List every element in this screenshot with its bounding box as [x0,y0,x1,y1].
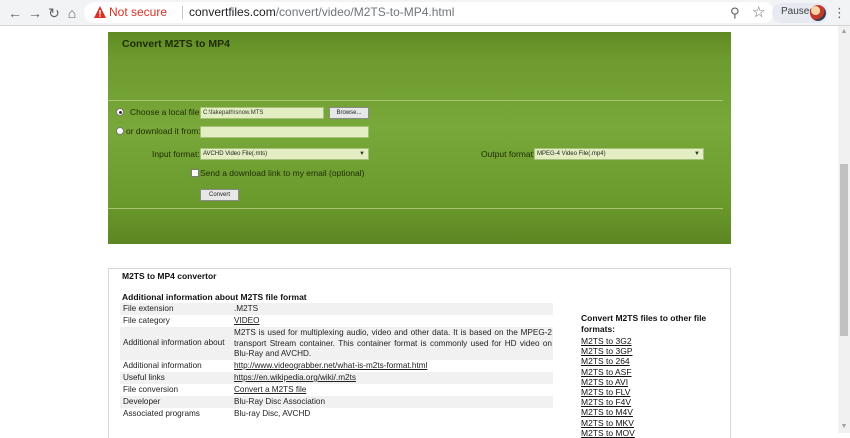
format-link[interactable]: M2TS to 264 [581,356,635,366]
input-format-select[interactable]: AVCHD Video File(.mts) ▼ [200,148,369,160]
download-url-field[interactable] [200,126,369,138]
row-key: File category [123,316,170,325]
info-subtitle: Additional information about M2TS file f… [122,292,307,302]
input-format-label: Input format: [152,149,200,159]
download-radio[interactable] [116,127,124,135]
format-link[interactable]: M2TS to 3GP [581,346,635,356]
row-key: Additional information [123,361,202,370]
wikipedia-link[interactable]: https://en.wikipedia.org/wiki/.m2ts [234,373,356,382]
scroll-down-icon[interactable]: ▼ [838,421,850,433]
back-icon[interactable]: ← [6,4,24,22]
input-format-value: AVCHD Video File(.mts) [203,151,268,157]
browser-toolbar: ← → ↻ ⌂ Not secure convertfiles.com/conv… [0,0,850,26]
chevron-down-icon: ▼ [359,151,365,157]
output-format-select[interactable]: MPEG-4 Video File(.mp4) ▼ [534,148,704,160]
page-scrollbar[interactable]: ▲ ▼ [838,26,850,433]
row-key: Developer [123,397,161,406]
info-section: M2TS to MP4 convertor Additional informa… [108,268,731,438]
format-link[interactable]: M2TS to M4V [581,407,635,417]
row-value: M2TS is used for multiplexing audio, vid… [234,328,552,358]
url-host: convertfiles.com [189,5,276,19]
format-link[interactable]: M2TS to 3G2 [581,336,635,346]
row-key: File extension [123,304,174,313]
table-row: File category VIDEO [120,315,553,327]
url-text[interactable]: convertfiles.com/convert/video/M2TS-to-M… [189,5,454,19]
format-link[interactable]: M2TS to AVI [581,377,635,387]
star-icon[interactable]: ☆ [752,3,765,21]
info-link[interactable]: http://www.videograbber.net/what-is-m2ts… [234,361,427,370]
converter-title: Convert M2TS to MP4 [122,38,230,50]
table-row: File conversion Convert a M2TS file [120,384,553,396]
category-link[interactable]: VIDEO [234,316,259,325]
output-format-value: MPEG-4 Video File(.mp4) [537,151,606,157]
row-key: Associated programs [123,409,200,418]
row-key: Additional information about [123,338,225,347]
format-link[interactable]: M2TS to ASF [581,367,635,377]
email-label: Send a download link to my email (option… [200,168,365,178]
chevron-down-icon: ▼ [694,151,700,157]
row-key: Useful links [123,373,165,382]
table-row: File extension .M2TS [120,303,553,315]
browse-button[interactable]: Browse... [329,107,369,119]
menu-icon[interactable]: ⋮ [833,5,846,21]
row-key: File conversion [123,385,179,394]
warning-icon[interactable] [93,5,107,19]
conversion-link[interactable]: Convert a M2TS file [234,385,306,394]
local-file-label: Choose a local file: [130,107,202,117]
row-value: Blu-Ray Disc Association [234,397,326,406]
scroll-up-icon[interactable]: ▲ [838,26,850,38]
address-bar[interactable]: Not secure convertfiles.com/convert/vide… [84,2,774,23]
email-checkbox[interactable] [191,169,199,177]
not-secure-label[interactable]: Not secure [109,5,167,19]
zoom-icon[interactable]: ⚲ [730,5,740,21]
row-value: Blu-ray Disc, AVCHD [234,409,311,418]
download-label: or download it from: [126,126,201,136]
format-link[interactable]: M2TS to F4V [581,397,635,407]
table-row: Additional information http://www.videog… [120,360,553,372]
url-path: /convert/video/M2TS-to-MP4.html [275,5,455,19]
local-file-field[interactable]: C:\fakepath\snow.MTS [200,107,324,119]
convert-button[interactable]: Convert [200,189,239,201]
table-row: Additional information about M2TS is use… [120,327,553,360]
format-link[interactable]: M2TS to FLV [581,387,635,397]
table-row: Useful links https://en.wikipedia.org/wi… [120,372,553,384]
scroll-thumb[interactable] [840,164,848,336]
format-link[interactable]: M2TS to MKV [581,418,635,428]
converter-panel: Convert M2TS to MP4 Choose a local file:… [108,32,731,244]
forward-icon[interactable]: → [26,4,44,22]
profile-button[interactable]: Paused [772,3,828,23]
avatar [810,5,826,21]
home-icon[interactable]: ⌂ [63,4,81,22]
local-file-radio[interactable] [116,108,124,116]
table-row: Developer Blu-Ray Disc Association [120,396,553,408]
reload-icon[interactable]: ↻ [45,4,63,22]
omnibox-divider [182,6,183,19]
panel-divider-bottom [108,208,723,209]
output-format-label: Output format: [481,149,536,159]
other-formats-title: Convert M2TS files to other file formats… [581,313,707,334]
table-row: Associated programs Blu-ray Disc, AVCHD [120,408,553,420]
row-value: .M2TS [234,304,259,313]
other-formats-list: M2TS to 3G2 M2TS to 3GP M2TS to 264 M2TS… [581,336,635,438]
panel-divider-top [108,100,723,101]
info-title: M2TS to MP4 convertor [122,271,217,281]
